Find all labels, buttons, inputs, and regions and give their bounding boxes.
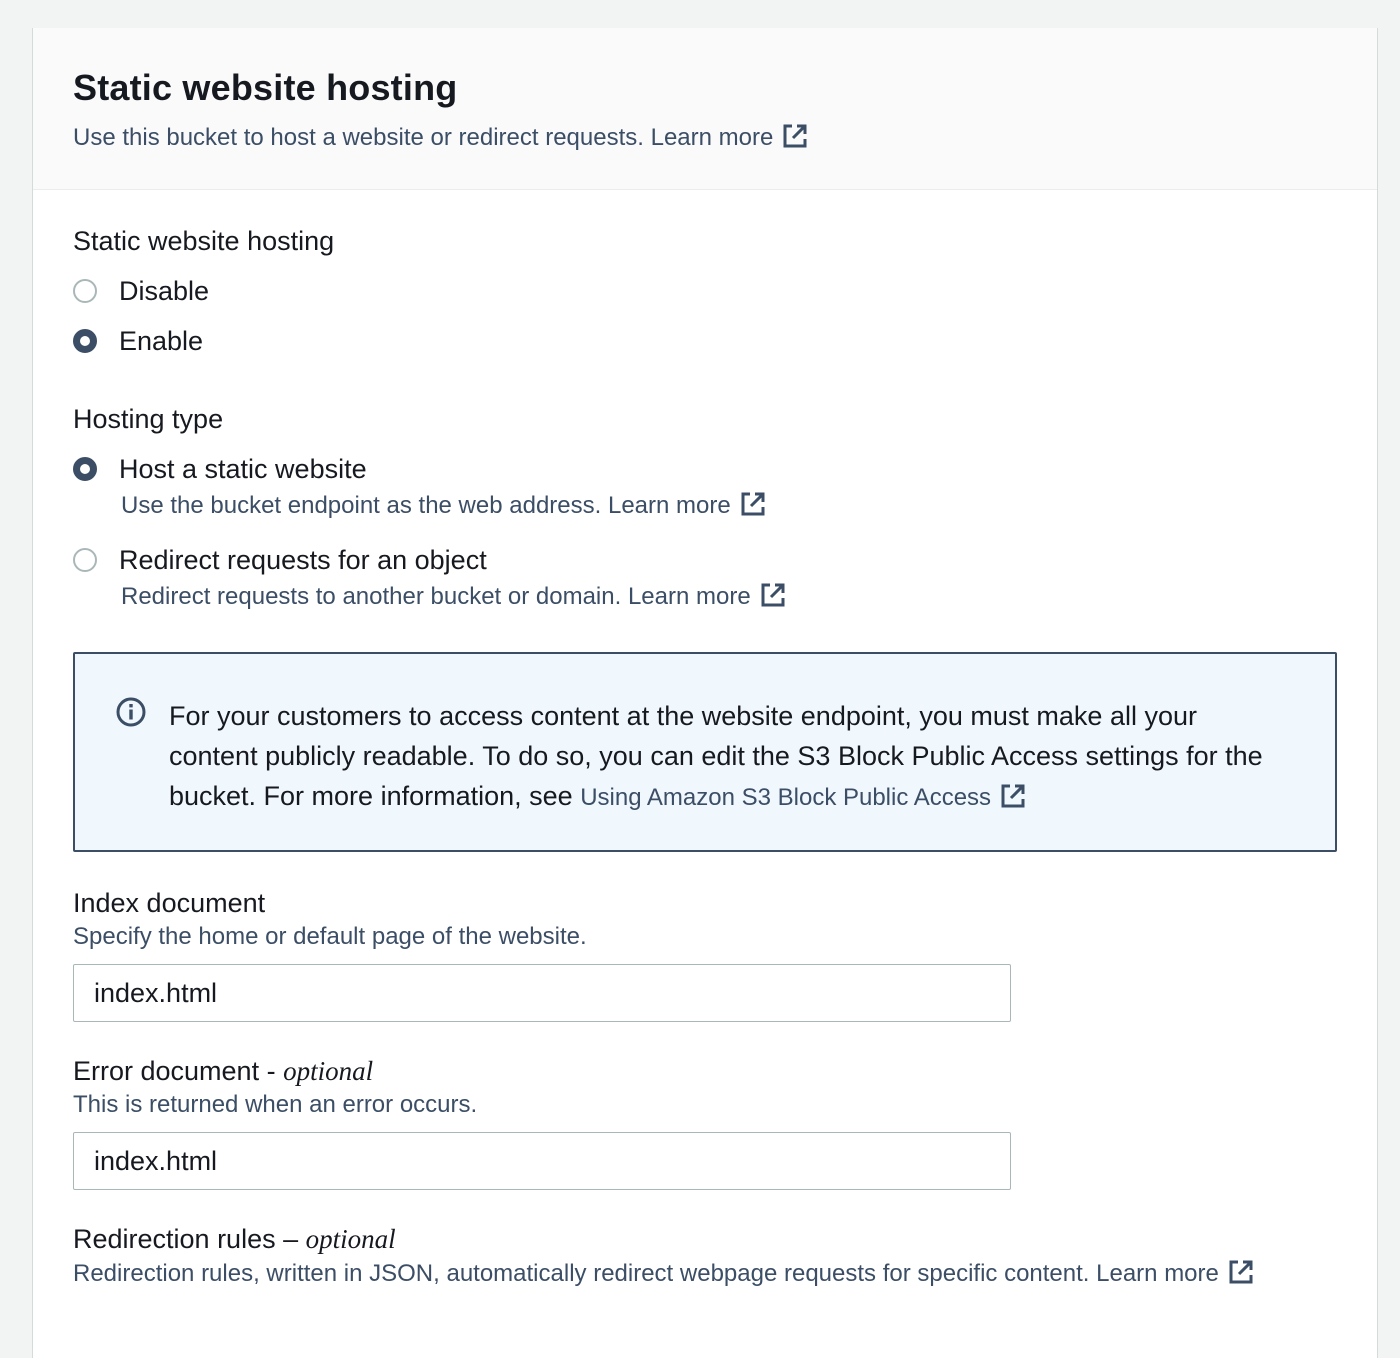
index-document-label: Index document <box>73 888 266 918</box>
external-link-icon <box>761 583 785 607</box>
radio-enable[interactable]: Enable <box>73 324 1337 358</box>
redirection-learn-more-link[interactable]: Learn more <box>1096 1260 1255 1287</box>
radio-host-static-label[interactable]: Host a static website <box>119 452 367 486</box>
error-document-label: Error document - optional <box>73 1054 1337 1088</box>
radio-redirect-label[interactable]: Redirect requests for an object <box>119 543 487 577</box>
radio-redirect[interactable]: Redirect requests for an object <box>73 543 1337 577</box>
redirection-rules-description-text: Redirection rules, written in JSON, auto… <box>73 1260 1090 1287</box>
radio-disable-label[interactable]: Disable <box>119 274 209 308</box>
index-document-input[interactable] <box>73 964 1011 1022</box>
redirection-rules-field: Redirection rules – optional Redirection… <box>73 1222 1337 1289</box>
host-static-learn-more-link[interactable]: Learn more <box>608 492 767 519</box>
external-link-icon <box>783 124 807 148</box>
static-website-hosting-panel: Static website hosting Use this bucket t… <box>32 28 1378 1358</box>
panel-body: Static website hosting Disable Enable Ho… <box>33 190 1377 1289</box>
radio-host-static[interactable]: Host a static website <box>73 452 1337 486</box>
external-link-icon <box>741 492 765 516</box>
index-document-description: Specify the home or default page of the … <box>73 923 587 950</box>
radio-host-static-description: Use the bucket endpoint as the web addre… <box>121 490 1337 521</box>
info-alert-text: For your customers to access content at … <box>169 696 1275 850</box>
index-document-field: Index document Specify the home or defau… <box>73 886 1337 1022</box>
radio-disable-button[interactable] <box>73 279 97 303</box>
redirection-rules-label-text: Redirection rules – <box>73 1224 306 1254</box>
info-icon <box>116 697 146 727</box>
redirection-rules-optional: optional <box>305 1224 396 1254</box>
radio-host-static-description-text: Use the bucket endpoint as the web addre… <box>121 492 602 519</box>
redirect-learn-more-link[interactable]: Learn more <box>628 583 787 610</box>
block-public-access-link-label: Using Amazon S3 Block Public Access <box>580 784 992 811</box>
info-alert: For your customers to access content at … <box>73 652 1337 852</box>
radio-redirect-description-text: Redirect requests to another bucket or d… <box>121 583 622 610</box>
panel-title: Static website hosting <box>73 67 458 108</box>
radio-host-static-button[interactable] <box>73 457 97 481</box>
redirection-rules-label: Redirection rules – optional <box>73 1222 1337 1256</box>
radio-disable[interactable]: Disable <box>73 274 1337 308</box>
external-link-icon <box>1001 784 1025 808</box>
error-document-field: Error document - optional This is return… <box>73 1054 1337 1190</box>
block-public-access-link[interactable]: Using Amazon S3 Block Public Access <box>580 784 1027 811</box>
radio-enable-button[interactable] <box>73 329 97 353</box>
radio-redirect-description: Redirect requests to another bucket or d… <box>121 581 1337 612</box>
hosting-toggle-label: Static website hosting <box>73 226 335 256</box>
panel-header: Static website hosting Use this bucket t… <box>33 28 1377 190</box>
redirection-learn-more-label: Learn more <box>1096 1260 1219 1287</box>
radio-enable-label[interactable]: Enable <box>119 324 203 358</box>
header-learn-more-label: Learn more <box>650 124 774 151</box>
panel-description: Use this bucket to host a website or red… <box>73 122 1377 153</box>
radio-redirect-button[interactable] <box>73 548 97 572</box>
header-learn-more-link[interactable]: Learn more <box>651 124 810 151</box>
host-static-learn-more-label: Learn more <box>607 492 731 519</box>
hosting-type-label: Hosting type <box>73 404 224 434</box>
redirect-learn-more-label: Learn more <box>627 583 751 610</box>
external-link-icon <box>1229 1260 1253 1284</box>
error-document-optional: optional <box>283 1056 374 1086</box>
panel-description-text: Use this bucket to host a website or red… <box>73 124 644 151</box>
redirection-rules-description: Redirection rules, written in JSON, auto… <box>73 1258 1337 1289</box>
error-document-description: This is returned when an error occurs. <box>73 1091 478 1118</box>
error-document-input[interactable] <box>73 1132 1011 1190</box>
error-document-label-text: Error document - <box>73 1056 284 1086</box>
